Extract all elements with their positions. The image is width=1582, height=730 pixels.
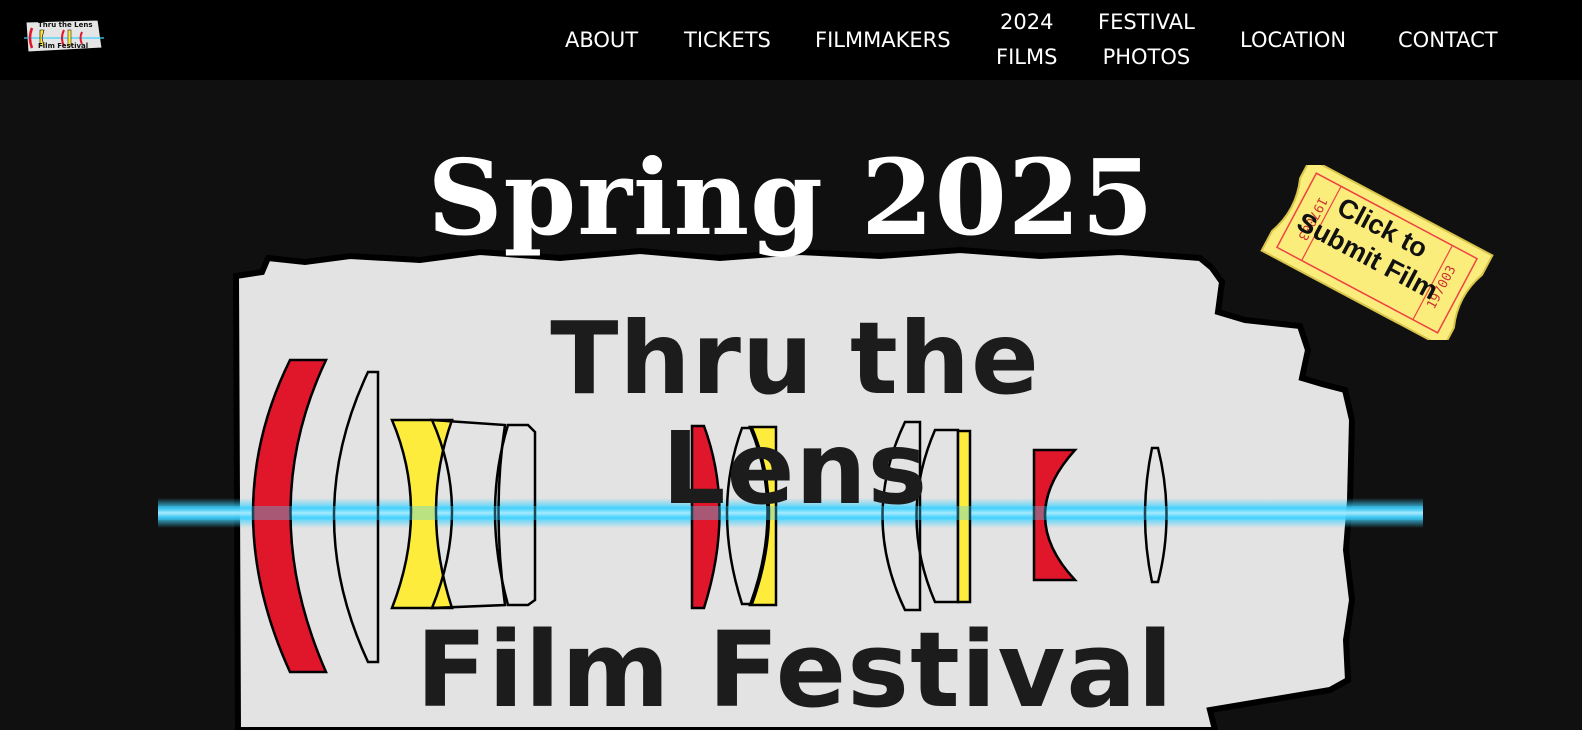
nav-2024-films-line1: 2024 — [999, 10, 1054, 34]
nav-tickets[interactable]: TICKETS — [684, 23, 771, 58]
nav-festival-photos-line2: PHOTOS — [1102, 45, 1191, 69]
nav-filmmakers[interactable]: FILMMAKERS — [815, 23, 951, 58]
nav-about[interactable]: ABOUT — [565, 23, 638, 58]
nav-contact[interactable]: CONTACT — [1398, 23, 1498, 58]
nav-festival-photos-line1: FESTIVAL — [1098, 10, 1195, 34]
nav-festival-photos[interactable]: FESTIVAL PHOTOS — [1098, 5, 1195, 75]
nav-2024-films-line2: FILMS — [996, 45, 1058, 69]
nav-2024-films[interactable]: 2024 FILMS — [996, 5, 1057, 75]
logo-line2: Film Festival — [38, 42, 89, 50]
nav-location[interactable]: LOCATION — [1240, 23, 1346, 58]
festival-title-line2: Film Festival — [415, 609, 1175, 730]
site-logo[interactable]: Thru the Lens Film Festival — [24, 18, 104, 54]
festival-title-line1: Thru the Lens — [550, 300, 1040, 527]
site-header: Thru the Lens Film Festival ABOUT TICKET… — [0, 0, 1582, 80]
hero-section: Spring 2025 Thru the Lens Film Festival … — [0, 80, 1582, 730]
logo-line1: Thru the Lens — [38, 21, 93, 29]
